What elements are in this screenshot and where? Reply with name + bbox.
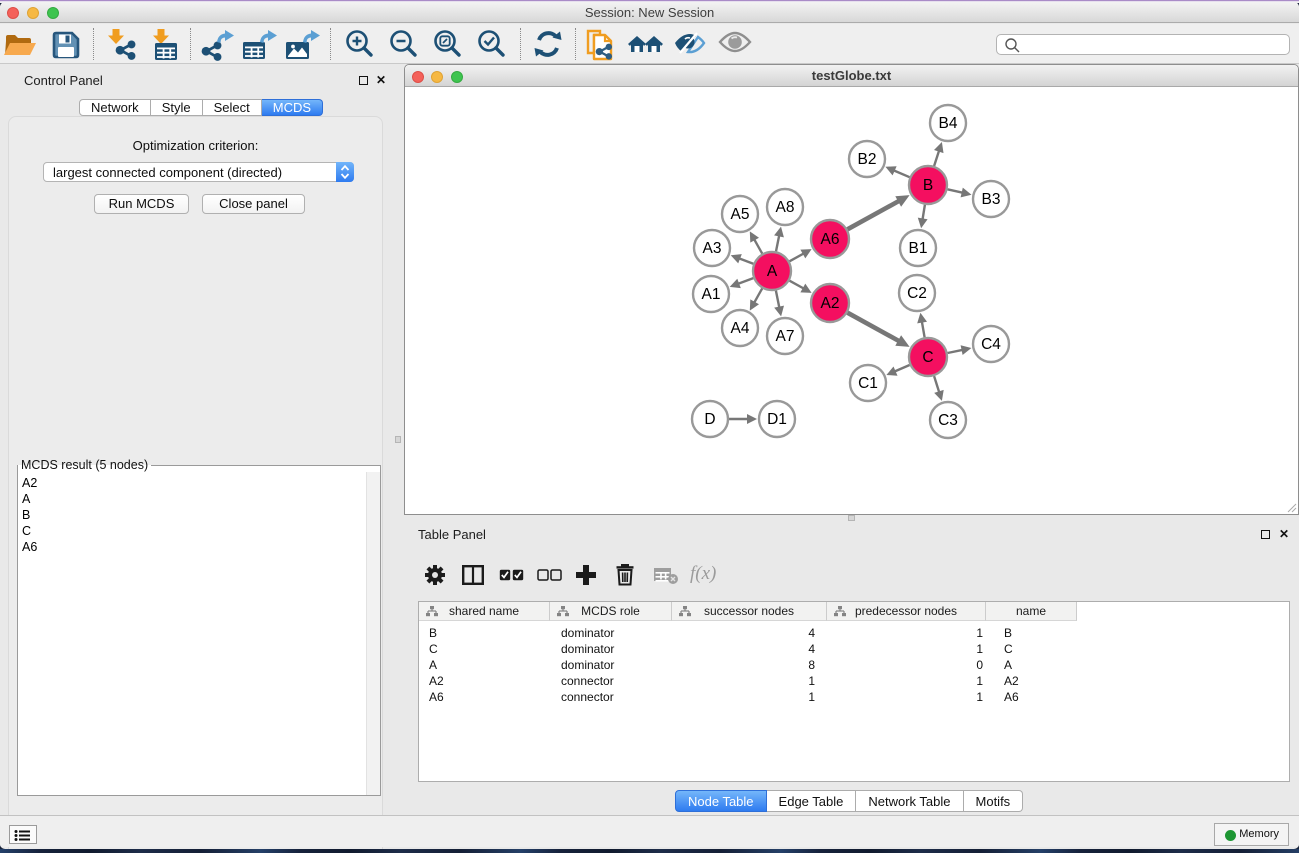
svg-text:A2: A2 (821, 295, 840, 312)
svg-text:C2: C2 (907, 285, 927, 302)
svg-text:D1: D1 (767, 411, 787, 428)
svg-text:B3: B3 (982, 191, 1001, 208)
svg-text:B4: B4 (939, 115, 958, 132)
svg-text:B1: B1 (909, 240, 928, 257)
svg-text:A1: A1 (702, 286, 721, 303)
svg-text:D: D (704, 411, 715, 428)
svg-text:A5: A5 (731, 206, 750, 223)
svg-text:C: C (922, 349, 933, 366)
svg-text:A7: A7 (776, 328, 795, 345)
svg-text:B2: B2 (858, 151, 877, 168)
svg-text:B: B (923, 177, 933, 194)
svg-text:C4: C4 (981, 336, 1001, 353)
svg-text:A3: A3 (703, 240, 722, 257)
svg-text:A6: A6 (821, 231, 840, 248)
svg-text:A8: A8 (776, 199, 795, 216)
svg-text:A4: A4 (731, 320, 750, 337)
svg-text:A: A (767, 263, 778, 280)
svg-text:C3: C3 (938, 412, 958, 429)
svg-text:C1: C1 (858, 375, 878, 392)
